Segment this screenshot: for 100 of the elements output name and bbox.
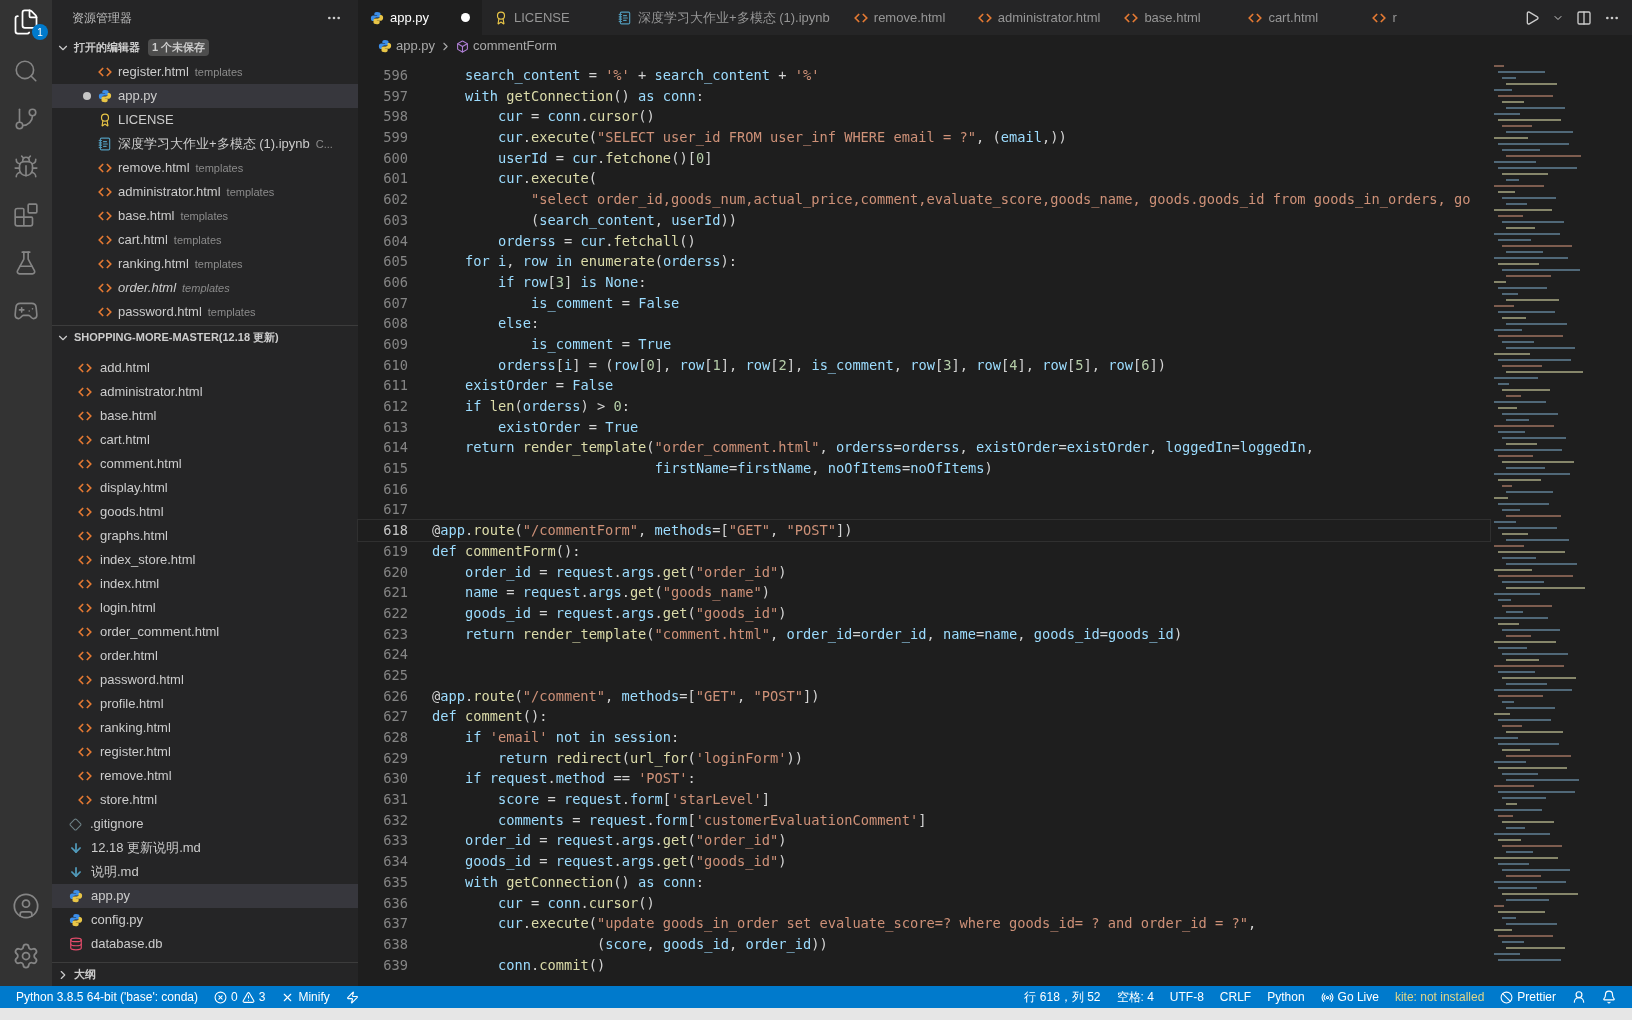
lightning-icon[interactable] bbox=[345, 990, 359, 1004]
open-editor-item[interactable]: ranking.html templates bbox=[52, 252, 358, 276]
file-tree-item[interactable]: login.html bbox=[52, 596, 358, 620]
open-editor-item[interactable]: administrator.html templates bbox=[52, 180, 358, 204]
files-icon[interactable] bbox=[12, 8, 40, 36]
file-tree-item[interactable]: remove.html bbox=[52, 764, 358, 788]
feedback-icon[interactable] bbox=[1572, 990, 1586, 1004]
run-icon[interactable] bbox=[1524, 9, 1540, 26]
open-editor-item[interactable]: order.html templates bbox=[52, 276, 358, 300]
file-tree-item[interactable]: register.html bbox=[52, 740, 358, 764]
file-tree-item[interactable]: .gitignore bbox=[52, 812, 358, 836]
file-tree-item[interactable]: add.html bbox=[52, 356, 358, 380]
line-number: 618 bbox=[382, 521, 408, 541]
editor-tab[interactable]: 深度学习大作业+多模态 (1).ipynb bbox=[606, 0, 842, 35]
file-name: store.html bbox=[100, 791, 158, 810]
code-line: @app.route("/comment", methods=["GET", "POST"]) bbox=[432, 686, 820, 706]
file-name: password.html bbox=[118, 303, 202, 322]
editor-tab[interactable]: remove.html bbox=[841, 0, 966, 35]
file-tree-item[interactable]: profile.html bbox=[52, 692, 358, 716]
file-tree-item[interactable]: graphs.html bbox=[52, 524, 358, 548]
open-editor-item[interactable]: remove.html templates bbox=[52, 156, 358, 180]
code-icon bbox=[78, 481, 92, 495]
section-header[interactable]: SHOPPING-MORE-MASTER(12.18 更新) bbox=[52, 325, 358, 349]
split-editor-icon[interactable] bbox=[1576, 9, 1592, 26]
editor-tab[interactable]: administrator.html bbox=[965, 0, 1113, 35]
arrow-down-icon bbox=[69, 841, 83, 855]
file-tree-item[interactable]: administrator.html bbox=[52, 380, 358, 404]
editor-tab[interactable]: app.py bbox=[358, 0, 482, 35]
editor-tab[interactable]: LICENSE bbox=[482, 0, 606, 35]
tab-label: app.py bbox=[390, 8, 431, 27]
section-title: SHOPPING-MORE-MASTER(12.18 更新) bbox=[74, 330, 279, 346]
file-tree-item[interactable]: app.py bbox=[52, 884, 358, 908]
file-tree-item[interactable]: comment.html bbox=[52, 452, 358, 476]
account-icon[interactable] bbox=[12, 892, 40, 920]
go-live-status[interactable]: Go Live bbox=[1312, 986, 1387, 1008]
line-number: 619 bbox=[382, 541, 408, 561]
code-line: cur.execute( bbox=[497, 169, 597, 189]
code-line: existOrder = True bbox=[497, 417, 639, 437]
file-tree-item[interactable]: display.html bbox=[52, 476, 358, 500]
open-editor-item[interactable]: base.html templates bbox=[52, 204, 358, 228]
editor-tab[interactable]: r bbox=[1360, 0, 1401, 35]
file-name: administrator.html bbox=[100, 383, 203, 402]
database-icon bbox=[69, 937, 83, 951]
code-line: def comment(): bbox=[432, 707, 548, 727]
run-debug-icon[interactable] bbox=[13, 154, 39, 180]
file-tree-item[interactable]: index_store.html bbox=[52, 548, 358, 572]
file-tree-item[interactable]: base.html bbox=[52, 404, 358, 428]
source-control-icon[interactable] bbox=[13, 106, 39, 132]
file-tree-item[interactable]: 12.18 更新说明.md bbox=[52, 836, 358, 860]
status-item[interactable]: Python 3.8.5 64-bit ('base': conda) bbox=[8, 986, 207, 1008]
open-editor-item[interactable]: 深度学习大作业+多模态 (1).ipynb C... bbox=[52, 132, 358, 156]
line-number: 630 bbox=[382, 769, 408, 789]
open-editor-item[interactable]: cart.html templates bbox=[52, 228, 358, 252]
file-folder: templates bbox=[182, 280, 230, 296]
minify-status[interactable]: Minify bbox=[273, 986, 338, 1008]
line-number: 624 bbox=[382, 645, 408, 665]
search-icon[interactable] bbox=[13, 58, 39, 84]
status-item[interactable]: 空格: 4 bbox=[1108, 986, 1162, 1008]
status-item[interactable]: 行 618，列 52 bbox=[1016, 986, 1109, 1008]
open-editor-item[interactable]: password.html templates bbox=[52, 300, 358, 324]
open-editor-item[interactable]: app.py bbox=[52, 84, 358, 108]
open-editor-item[interactable]: register.html templates bbox=[52, 60, 358, 84]
problems-status[interactable]: 0 3 bbox=[206, 986, 274, 1008]
breadcrumb-item[interactable]: commentForm bbox=[473, 36, 557, 56]
breadcrumb-item[interactable]: app.py bbox=[396, 36, 436, 56]
status-item[interactable]: UTF-8 bbox=[1161, 986, 1212, 1008]
code-icon bbox=[78, 793, 92, 807]
tab-label: administrator.html bbox=[997, 8, 1101, 27]
extensions-icon[interactable] bbox=[13, 202, 39, 228]
file-tree-item[interactable]: 说明.md bbox=[52, 860, 358, 884]
file-tree-item[interactable]: goods.html bbox=[52, 500, 358, 524]
code-line: orderss[i] = (row[0], row[1], row[2], is_comment, row[3], row[4], row[5], row[6]) bbox=[497, 355, 1166, 376]
file-name: ranking.html bbox=[118, 255, 189, 274]
section-header[interactable]: 打开的编辑器 1 个未保存 bbox=[52, 35, 358, 60]
editor-tab[interactable]: cart.html bbox=[1236, 0, 1361, 35]
code-line: cur = conn.cursor() bbox=[497, 893, 655, 913]
editor-tab[interactable]: base.html bbox=[1112, 0, 1237, 35]
line-number: 622 bbox=[382, 603, 408, 623]
file-name: order_comment.html bbox=[100, 623, 220, 642]
settings-icon[interactable] bbox=[12, 942, 40, 970]
file-tree-item[interactable]: password.html bbox=[52, 668, 358, 692]
file-tree-item[interactable]: ranking.html bbox=[52, 716, 358, 740]
file-tree-item[interactable]: config.py bbox=[52, 908, 358, 932]
sidebar-title: 资源管理器 bbox=[72, 9, 132, 27]
code-line: if request.method == 'POST': bbox=[464, 769, 696, 789]
status-item[interactable]: Python bbox=[1259, 986, 1313, 1008]
file-tree-item[interactable]: order.html bbox=[52, 644, 358, 668]
file-tree-item[interactable]: cart.html bbox=[52, 428, 358, 452]
file-tree-item[interactable]: order_comment.html bbox=[52, 620, 358, 644]
line-number: 633 bbox=[382, 831, 408, 851]
file-tree-item[interactable]: index.html bbox=[52, 572, 358, 596]
prettier-status[interactable]: Prettier bbox=[1492, 986, 1564, 1008]
tab-label: r bbox=[1392, 8, 1397, 27]
open-editor-item[interactable]: LICENSE bbox=[52, 108, 358, 132]
status-item[interactable]: CRLF bbox=[1211, 986, 1260, 1008]
code-icon bbox=[78, 769, 92, 783]
file-tree-item[interactable]: store.html bbox=[52, 788, 358, 812]
bell-icon[interactable] bbox=[1602, 990, 1616, 1004]
file-folder: C... bbox=[315, 136, 333, 152]
file-tree-item[interactable]: database.db bbox=[52, 932, 358, 956]
